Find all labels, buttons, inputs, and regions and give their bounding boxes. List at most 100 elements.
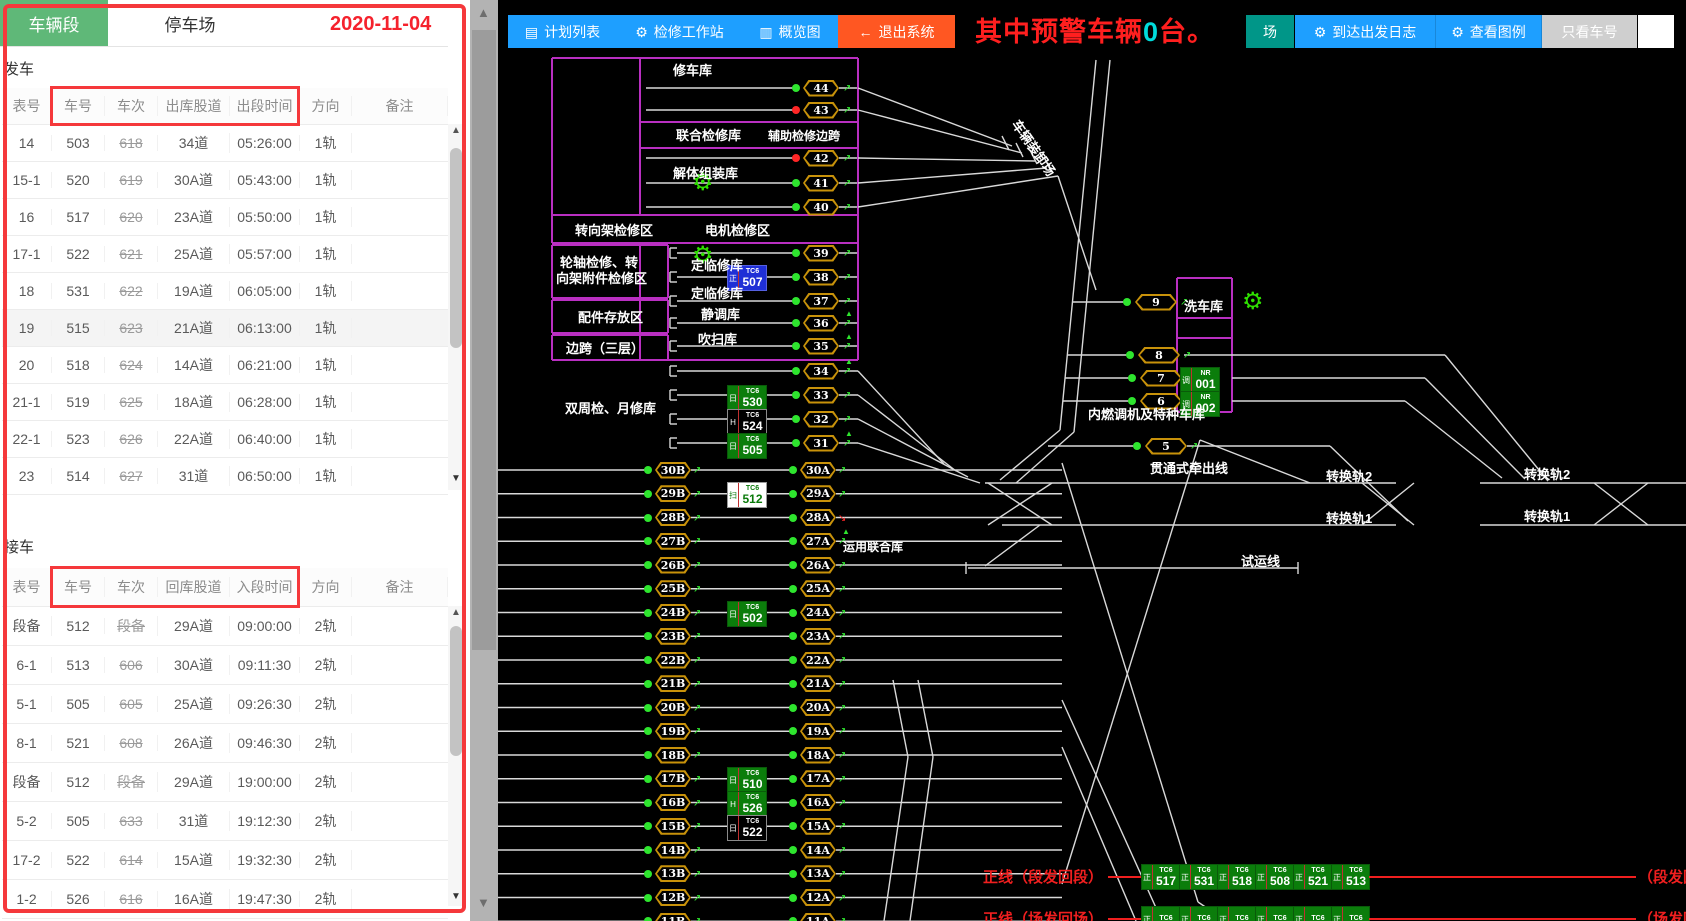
table-row[interactable]: 1-252661616A道19:47:302轨 [2,880,448,919]
mainline-train-box-r1c1[interactable]: 正TC6 [1179,906,1218,921]
track-badge-18B[interactable]: 18B [655,747,691,764]
tab-depot[interactable]: 车辆段 [0,0,108,46]
track-badge-14B[interactable]: 14B [655,842,691,859]
train-box-524[interactable]: HTC6524 [727,409,767,435]
track-badge-9[interactable]: 9 [1135,294,1177,311]
scrollbar-thumb[interactable] [472,30,496,650]
track-badge-18A[interactable]: 18A [800,747,836,764]
table-row[interactable]: 5-150560525A道09:26:302轨 [2,685,448,724]
track-badge-42[interactable]: 42 [803,150,839,167]
overview-map-button[interactable]: ▥概览图 [742,15,839,48]
track-badge-17A[interactable]: 17A [800,770,836,787]
scroll-up-icon[interactable]: ▲ [477,8,490,18]
track-badge-27B[interactable]: 27B [655,533,691,550]
track-badge-16A[interactable]: 16A [800,794,836,811]
scroll-down-icon[interactable]: ▼ [451,892,461,902]
mainline-train-box-513[interactable]: 正TC6513 [1331,864,1370,890]
view-legend-button[interactable]: ⚙查看图例 [1436,15,1542,48]
train-box-502[interactable]: 日TC6502 [727,601,767,627]
train-box-505[interactable]: 日TC6505 [727,433,767,459]
train-box-510[interactable]: 日TC6510 [727,767,767,793]
table-row[interactable]: 5-250563331道19:12:302轨 [2,802,448,841]
table-row[interactable]: 21-151962518A道06:28:001轨 [2,384,448,421]
mainline-train-box-r1c4[interactable]: 正TC6 [1293,906,1332,921]
track-badge-24B[interactable]: 24B [655,604,691,621]
track-badge-29B[interactable]: 29B [655,485,691,502]
track-badge-33[interactable]: 33 [803,387,839,404]
track-badge-30A[interactable]: 30A [800,462,836,479]
table-row[interactable]: 1853162219A道06:05:001轨 [2,273,448,310]
gear-status-icon[interactable]: ⚙ [1242,290,1264,314]
track-badge-22B[interactable]: 22B [655,652,691,669]
train-box-530[interactable]: 日TC6530 [727,385,767,411]
track-badge-44[interactable]: 44 [803,80,839,97]
track-badge-19A[interactable]: 19A [800,723,836,740]
repair-workstation-button[interactable]: ⚙检修工作站 [617,15,743,48]
track-badge-28B[interactable]: 28B [655,509,691,526]
scroll-down-icon[interactable]: ▼ [477,898,490,908]
arrive-depart-log-button[interactable]: ⚙到达出发日志 [1295,15,1436,48]
track-badge-26B[interactable]: 26B [655,557,691,574]
plan-list-button[interactable]: ▤计划列表 [508,15,618,48]
track-badge-13A[interactable]: 13A [800,865,836,882]
track-badge-37[interactable]: 37 [803,293,839,310]
track-badge-16B[interactable]: 16B [655,794,691,811]
only-car-number-button[interactable]: 只看车号 [1542,15,1637,48]
track-badge-27A[interactable]: 27A [800,533,836,550]
track-badge-25B[interactable]: 25B [655,580,691,597]
scroll-down-icon[interactable]: ▼ [451,474,461,484]
exit-system-button[interactable]: ←退出系统 [838,15,955,48]
scrollbar-thumb[interactable] [450,626,462,756]
mainline-train-box-508[interactable]: 正TC6508 [1255,864,1294,890]
track-badge-21B[interactable]: 21B [655,675,691,692]
track-badge-28A[interactable]: 28A [800,509,836,526]
mainline-train-box-r1c2[interactable]: 正TC6 [1217,906,1256,921]
table-row[interactable]: 段备512段备29A道09:00:002轨 [2,607,448,646]
table-row[interactable]: 22-152362622A道06:40:001轨 [2,421,448,458]
track-badge-7[interactable]: 7 [1140,370,1182,387]
track-badge-21A[interactable]: 21A [800,675,836,692]
track-badge-5[interactable]: 5 [1145,438,1187,455]
track-badge-17B[interactable]: 17B [655,770,691,787]
train-box-522[interactable]: 日TC6522 [727,815,767,841]
track-badge-8[interactable]: 8 [1138,347,1180,364]
table-row[interactable]: 2051862414A道06:21:001轨 [2,347,448,384]
track-badge-41[interactable]: 41 [803,175,839,192]
train-box-001[interactable]: 调NR001 [1180,367,1220,393]
track-badge-20A[interactable]: 20A [800,699,836,716]
track-badge-32[interactable]: 32 [803,411,839,428]
table-row[interactable]: 6-151360630A道09:11:302轨 [2,646,448,685]
table-row[interactable]: 1951562321A道06:13:001轨 [2,310,448,347]
track-badge-29A[interactable]: 29A [800,485,836,502]
blank-button[interactable] [1638,15,1674,48]
track-badge-20B[interactable]: 20B [655,699,691,716]
track-badge-12A[interactable]: 12A [800,889,836,906]
track-badge-31[interactable]: 31 [803,435,839,452]
track-badge-24A[interactable]: 24A [800,604,836,621]
table-row[interactable]: 15-152061930A道05:43:001轨 [2,162,448,199]
scroll-up-icon[interactable]: ▲ [451,608,461,618]
track-badge-23B[interactable]: 23B [655,628,691,645]
track-badge-12B[interactable]: 12B [655,889,691,906]
table-row[interactable]: 17-252261415A道19:32:302轨 [2,841,448,880]
track-badge-23A[interactable]: 23A [800,628,836,645]
table-row[interactable]: 2351462731道06:50:001轨 [2,458,448,495]
table-row[interactable]: 8-152160826A道09:46:302轨 [2,724,448,763]
table-row[interactable]: 1651762023A道05:50:001轨 [2,199,448,236]
track-badge-25A[interactable]: 25A [800,580,836,597]
mainline-train-box-518[interactable]: 正TC6518 [1217,864,1256,890]
panel-outer-scrollbar[interactable]: ▲ ▼ [470,0,498,921]
track-badge-36[interactable]: 36 [803,315,839,332]
scroll-up-icon[interactable]: ▲ [451,126,461,136]
yard-button[interactable]: 场 [1246,15,1294,48]
track-badge-11A[interactable]: 11A [800,913,836,921]
track-badge-19B[interactable]: 19B [655,723,691,740]
track-badge-15B[interactable]: 15B [655,818,691,835]
mainline-train-box-521[interactable]: 正TC6521 [1293,864,1332,890]
scrollbar-thumb[interactable] [450,148,462,348]
table-row[interactable]: 1450361834道05:26:001轨 [2,125,448,162]
mainline-train-box-r1c3[interactable]: 正TC6 [1255,906,1294,921]
track-badge-22A[interactable]: 22A [800,652,836,669]
track-badge-26A[interactable]: 26A [800,557,836,574]
depart-table-scrollbar[interactable]: ▲ ▼ [448,124,465,490]
